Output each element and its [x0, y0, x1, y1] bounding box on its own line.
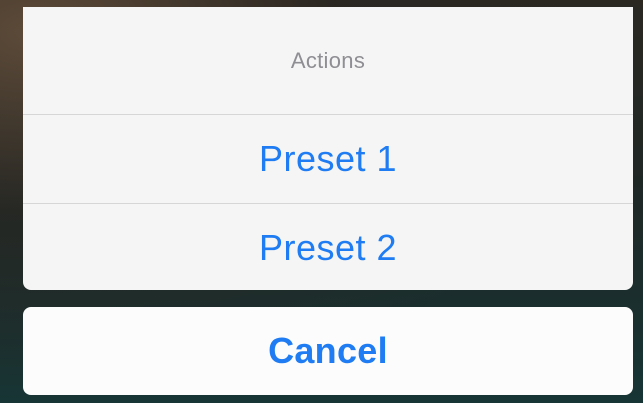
preset-1-label: Preset 1: [258, 138, 398, 179]
preset-2-button[interactable]: Preset 2: [23, 203, 633, 290]
cancel-button[interactable]: Cancel: [23, 307, 633, 395]
action-sheet-title: Actions: [290, 47, 366, 73]
cancel-label: Cancel: [268, 330, 388, 371]
preset-2-label: Preset 2: [258, 226, 398, 268]
action-sheet: Actions Preset 1 Preset 2: [23, 7, 633, 290]
preset-1-button[interactable]: Preset 1: [23, 115, 633, 203]
action-sheet-header: Actions: [23, 7, 633, 115]
